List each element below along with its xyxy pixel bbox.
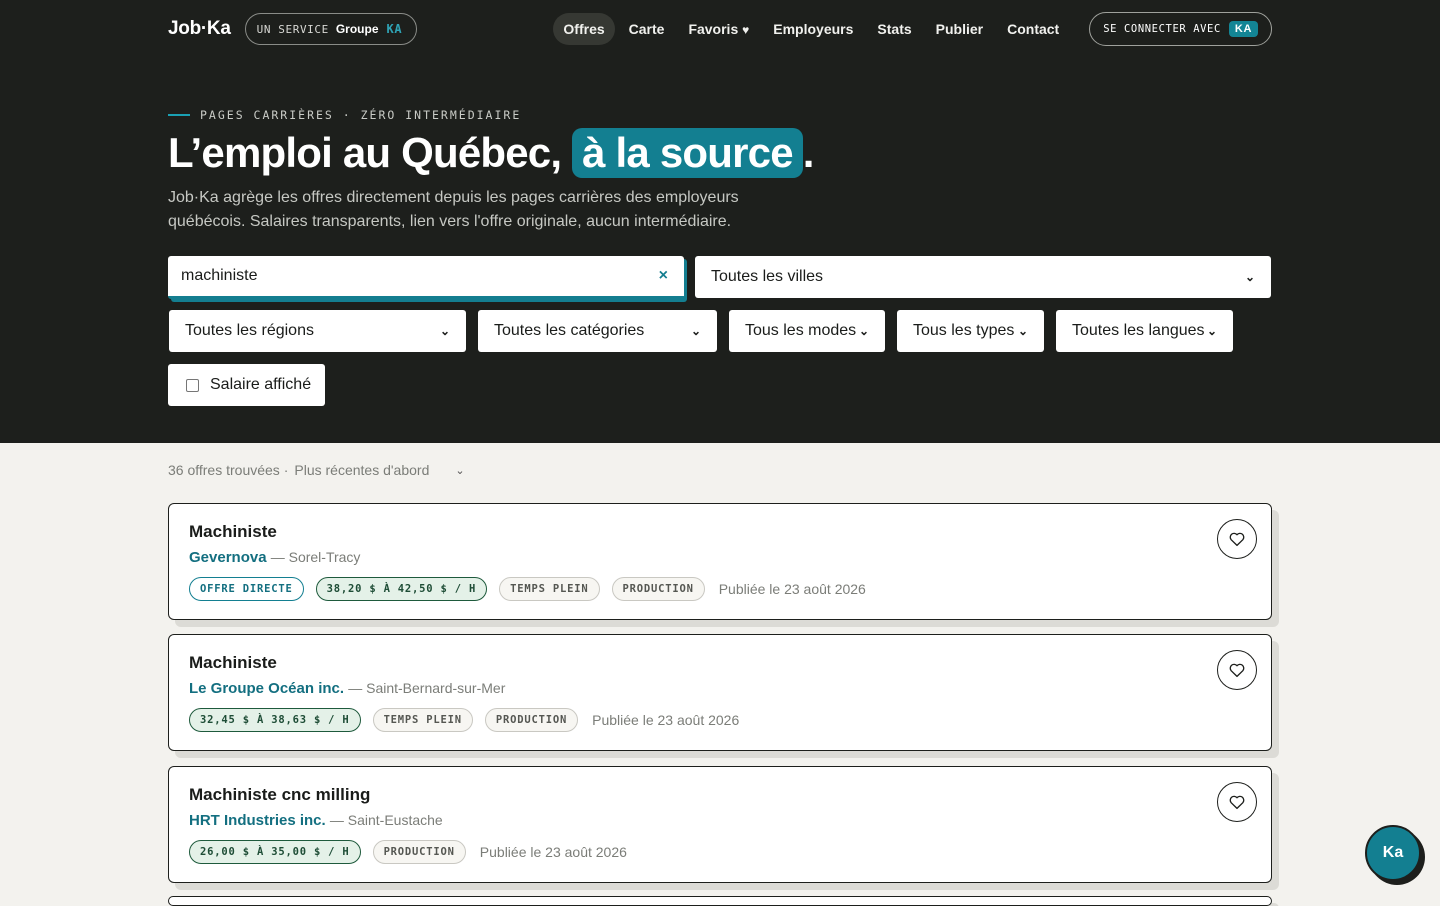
sort-select[interactable]: Plus récentes d'abord ⌄	[294, 462, 464, 478]
eyebrow-text: PAGES CARRIÈRES · ZÉRO INTERMÉDIAIRE	[200, 108, 522, 122]
favorite-button[interactable]	[1217, 519, 1257, 559]
login-label: SE CONNECTER AVEC	[1103, 23, 1221, 35]
salary-badge: 32,45 $ À 38,63 $ / H	[189, 708, 361, 732]
region-select[interactable]: Toutes les régions ⌄	[169, 310, 466, 352]
type-select[interactable]: Tous les types ⌄	[897, 310, 1044, 352]
eyebrow-line	[168, 114, 190, 116]
job-card[interactable]: Machiniste Le Groupe Océan inc. — Saint-…	[168, 634, 1272, 751]
salary-filter[interactable]: Salaire affiché	[168, 364, 325, 406]
hero-section: Job·Ka UN SERVICE Groupe KA Offres Carte…	[0, 0, 1440, 443]
nav-item-employeurs[interactable]: Employeurs	[763, 13, 863, 45]
chevron-down-icon: ⌄	[858, 324, 869, 338]
favorite-button[interactable]	[1217, 650, 1257, 690]
job-tags: 32,45 $ À 38,63 $ / H TEMPS PLEIN PRODUC…	[189, 708, 739, 732]
login-badge: KA	[1228, 21, 1258, 37]
city-select[interactable]: Toutes les villes ⌄	[695, 256, 1271, 298]
service-brand: KA	[386, 22, 403, 36]
category-badge: PRODUCTION	[611, 577, 705, 601]
main-nav: Offres Carte Favoris ♥ Employeurs Stats …	[553, 12, 1272, 46]
chevron-down-icon: ⌄	[690, 324, 701, 338]
publish-date: Publiée le 23 août 2026	[592, 712, 740, 728]
heart-icon: ♥	[742, 23, 750, 37]
job-card-partial[interactable]	[168, 896, 1272, 906]
clear-icon[interactable]: ×	[659, 267, 668, 285]
job-employer-line: HRT Industries inc. — Saint-Eustache	[189, 812, 443, 829]
logo[interactable]: Job·Ka	[168, 18, 231, 40]
job-employer-line: Gevernova — Sorel-Tracy	[189, 549, 360, 566]
type-select-value: Tous les types	[913, 322, 1015, 339]
service-prefix: UN SERVICE	[256, 22, 329, 36]
job-title[interactable]: Machiniste cnc milling	[189, 785, 370, 805]
job-city: — Saint-Bernard-sur-Mer	[348, 680, 506, 696]
publish-date: Publiée le 23 août 2026	[718, 581, 866, 597]
sort-select-value: Plus récentes d'abord	[294, 462, 430, 478]
job-city: — Saint-Eustache	[329, 812, 443, 828]
title-end: .	[802, 129, 815, 176]
job-employer[interactable]: HRT Industries inc.	[189, 812, 326, 829]
title-main: L’emploi au Québec,	[168, 129, 573, 176]
top-navigation: Job·Ka UN SERVICE Groupe KA Offres Carte…	[168, 12, 1272, 46]
job-card[interactable]: Machiniste cnc milling HRT Industries in…	[168, 766, 1272, 883]
nav-item-favoris[interactable]: Favoris ♥	[678, 13, 759, 45]
job-card[interactable]: Machiniste Gevernova — Sorel-Tracy OFFRE…	[168, 503, 1272, 620]
job-city: — Sorel-Tracy	[270, 549, 361, 565]
category-badge: PRODUCTION	[484, 708, 579, 732]
publish-date: Publiée le 23 août 2026	[479, 844, 627, 860]
service-badge[interactable]: UN SERVICE Groupe KA	[244, 13, 418, 45]
region-select-value: Toutes les régions	[185, 322, 314, 339]
service-group: Groupe	[335, 22, 379, 36]
title-highlight: à la source	[572, 128, 803, 178]
job-tags: OFFRE DIRECTE 38,20 $ À 42,50 $ / H TEMP…	[189, 577, 866, 601]
favorite-button[interactable]	[1217, 782, 1257, 822]
chevron-down-icon: ⌄	[1244, 270, 1255, 284]
mode-select-value: Tous les modes	[745, 322, 857, 339]
chevron-down-icon: ⌄	[455, 464, 465, 477]
job-employer-line: Le Groupe Océan inc. — Saint-Bernard-sur…	[189, 680, 505, 697]
job-title[interactable]: Machiniste	[189, 522, 277, 542]
job-employer[interactable]: Le Groupe Océan inc.	[189, 680, 344, 697]
results-meta: 36 offres trouvées · Plus récentes d'abo…	[168, 462, 465, 478]
direct-offer-badge: OFFRE DIRECTE	[189, 577, 304, 601]
category-select[interactable]: Toutes les catégories ⌄	[478, 310, 717, 352]
hero-lead: Job·Ka agrège les offres directement dep…	[168, 189, 739, 230]
nav-item-stats[interactable]: Stats	[867, 13, 921, 45]
eyebrow: PAGES CARRIÈRES · ZÉRO INTERMÉDIAIRE	[168, 108, 521, 122]
language-select-value: Toutes les langues	[1072, 322, 1205, 339]
category-badge: PRODUCTION	[372, 840, 466, 864]
salary-checkbox[interactable]	[186, 378, 199, 392]
job-tags: 26,00 $ À 35,00 $ / H PRODUCTION Publiée…	[189, 840, 627, 864]
login-button[interactable]: SE CONNECTER AVEC KA	[1089, 12, 1272, 46]
results-count: 36 offres trouvées ·	[168, 462, 289, 478]
salary-checkbox-label: Salaire affiché	[210, 376, 312, 393]
salary-badge: 38,20 $ À 42,50 $ / H	[315, 577, 488, 601]
heart-outline-icon	[1229, 663, 1245, 678]
search-field: ×	[168, 256, 684, 299]
assistant-button[interactable]: Ka	[1365, 825, 1421, 881]
chevron-down-icon: ⌄	[439, 324, 450, 338]
chevron-down-icon: ⌄	[1017, 324, 1028, 338]
job-employer[interactable]: Gevernova	[189, 549, 267, 566]
nav-item-publier[interactable]: Publier	[926, 13, 993, 45]
category-select-value: Toutes les catégories	[494, 322, 645, 339]
page-title: L’emploi au Québec, à la source.	[168, 128, 814, 178]
nav-item-contact[interactable]: Contact	[997, 13, 1069, 45]
language-select[interactable]: Toutes les langues ⌄	[1056, 310, 1233, 352]
nav-item-carte[interactable]: Carte	[619, 13, 675, 45]
heart-outline-icon	[1229, 795, 1245, 810]
chevron-down-icon: ⌄	[1206, 324, 1217, 338]
heart-outline-icon	[1229, 532, 1245, 547]
job-type-badge: TEMPS PLEIN	[372, 708, 473, 732]
nav-item-offres[interactable]: Offres	[553, 13, 615, 45]
job-type-badge: TEMPS PLEIN	[499, 577, 600, 601]
city-select-value: Toutes les villes	[711, 268, 824, 285]
job-title[interactable]: Machiniste	[189, 653, 277, 673]
salary-badge: 26,00 $ À 35,00 $ / H	[189, 840, 361, 864]
search-input[interactable]	[168, 256, 684, 296]
mode-select[interactable]: Tous les modes ⌄	[729, 310, 885, 352]
nav-item-favoris-label: Favoris	[688, 21, 739, 37]
